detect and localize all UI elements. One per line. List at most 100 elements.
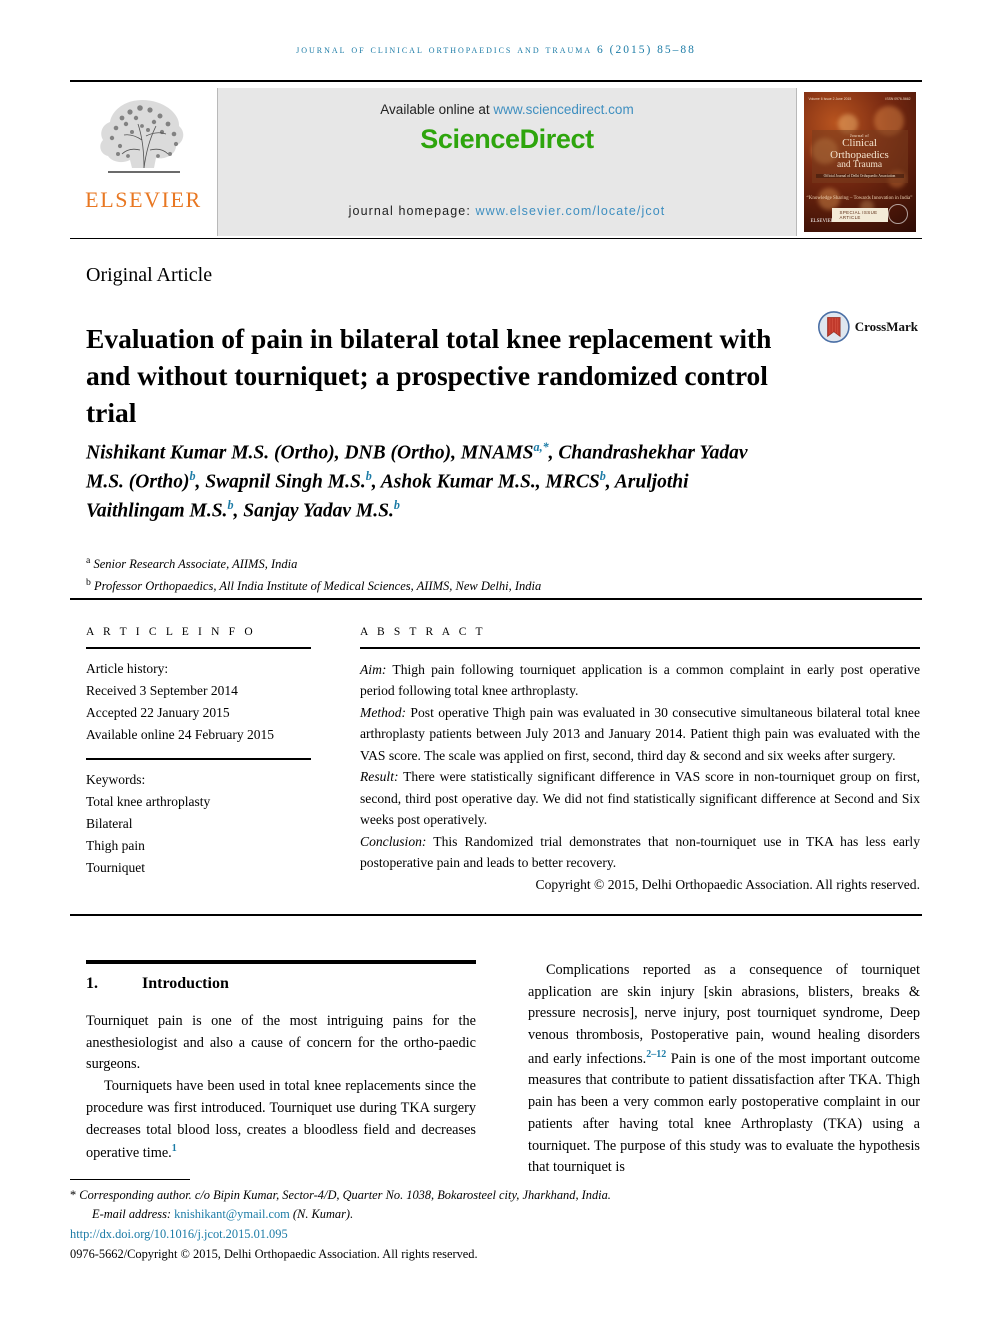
article-info-column: A R T I C L E I N F O Article history: R… xyxy=(86,626,311,879)
abstract-method: Method: Post operative Thigh pain was ev… xyxy=(360,702,920,766)
abstract-copyright: Copyright © 2015, Delhi Orthopaedic Asso… xyxy=(535,876,920,892)
abstract-result-text: There were statistically significant dif… xyxy=(360,769,920,828)
keywords-block: Keywords: Total knee arthroplasty Bilate… xyxy=(86,769,311,878)
article-info-rule xyxy=(86,647,311,649)
footnote-rule xyxy=(70,1179,190,1180)
cover-button-label: SPECIAL ISSUE ARTICLE xyxy=(831,208,888,222)
author-list: Nishikant Kumar M.S. (Ortho), DNB (Ortho… xyxy=(86,440,748,522)
abstract-aim-text: Thigh pain following tourniquet applicat… xyxy=(360,662,920,699)
intro-paragraph-1: Tourniquet pain is one of the most intri… xyxy=(86,1013,476,1073)
keyword-item: Thigh pain xyxy=(86,838,145,854)
article-available-online: Available online 24 February 2015 xyxy=(86,726,274,742)
affiliation-text-a: Senior Research Associate, AIIMS, India xyxy=(93,557,298,572)
cover-title-line2: and Trauma xyxy=(836,160,883,171)
abstract-body: Aim: Thigh pain following tourniquet app… xyxy=(360,659,920,895)
corresponding-author-note: * Corresponding author. c/o Bipin Kumar,… xyxy=(70,1186,930,1205)
running-head-text: Journal of clinical orthopaedics and tra… xyxy=(296,44,696,56)
article-page: Journal of clinical orthopaedics and tra… xyxy=(0,0,992,1323)
intro-paragraph-2-text: Tourniquets have been used in total knee… xyxy=(86,1078,476,1162)
sciencedirect-link[interactable]: www.sciencedirect.com xyxy=(493,102,633,117)
elsevier-wordmark: ELSEVIER xyxy=(85,187,202,212)
body-column-left: 1. Introduction Tourniquet pain is one o… xyxy=(86,960,476,1165)
elsevier-tree-icon xyxy=(99,100,183,173)
elsevier-logo-block: ELSEVIER xyxy=(70,88,218,236)
authors-bottom-rule xyxy=(70,598,922,600)
reference-link-2-12[interactable]: 2–12 xyxy=(646,1049,666,1060)
crossmark-badge[interactable]: CrossMark xyxy=(818,305,918,349)
affiliation-b: b Professor Orthopaedics, All India Inst… xyxy=(86,575,846,597)
sciencedirect-logo: ScienceDirect xyxy=(420,124,594,154)
affiliation-a: a Senior Research Associate, AIIMS, Indi… xyxy=(86,553,846,575)
page-title: Evaluation of pain in bilateral total kn… xyxy=(86,323,772,428)
affiliation-marker-a: a xyxy=(86,555,91,566)
cover-seal-icon xyxy=(887,204,908,224)
affiliation-list: a Senior Research Associate, AIIMS, Indi… xyxy=(86,553,846,596)
doi-link[interactable]: http://dx.doi.org/10.1016/j.jcot.2015.01… xyxy=(70,1227,288,1241)
cover-title-band: Journal of Clinical Orthopaedics and Tra… xyxy=(811,130,908,184)
abstract-method-label: Method: xyxy=(360,704,407,720)
running-head: Journal of clinical orthopaedics and tra… xyxy=(70,44,922,56)
article-history-block: Article history: Received 3 September 20… xyxy=(86,658,311,745)
section-rule xyxy=(86,960,476,964)
keywords-label: Keywords: xyxy=(86,772,146,788)
journal-homepage-line: journal homepage: www.elsevier.com/locat… xyxy=(218,204,796,218)
abstract-result-label: Result: xyxy=(360,769,399,785)
abstract-bottom-rule xyxy=(70,914,922,916)
cover-title-line1: Clinical Orthopaedics xyxy=(830,137,889,161)
email-link[interactable]: knishikant@ymail.com xyxy=(174,1207,290,1221)
journal-homepage-link[interactable]: www.elsevier.com/locate/jcot xyxy=(475,204,665,218)
body-column-right: Complications reported as a consequence … xyxy=(528,960,920,1179)
intro-paragraph-3-part2: Pain is one of the most important outcom… xyxy=(528,1050,920,1176)
abstract-aim-label: Aim: xyxy=(360,662,387,677)
article-type: Original Article xyxy=(86,264,213,286)
available-online-line: Available online at www.sciencedirect.co… xyxy=(380,102,633,117)
abstract-method-text: Post operative Thigh pain was evaluated … xyxy=(360,704,920,763)
email-suffix: (N. Kumar). xyxy=(289,1206,354,1221)
abstract-conclusion: Conclusion: This Randomized trial demons… xyxy=(360,831,920,874)
article-received: Received 3 September 2014 xyxy=(86,682,238,698)
article-history-label: Article history: xyxy=(86,661,169,676)
cover-issue-line: Volume 6 Issue 2 June 2015 ISSN 0976-566… xyxy=(809,97,911,101)
journal-homepage-label: journal homepage: xyxy=(348,204,476,218)
cover-issn: ISSN 0976-5662 xyxy=(885,97,911,101)
masthead-bottom-rule xyxy=(70,238,922,239)
affiliation-text-b: Professor Orthopaedics, All India Instit… xyxy=(94,578,542,593)
masthead: ELSEVIER Available online at www.science… xyxy=(70,88,922,236)
section-title: Introduction xyxy=(142,975,229,992)
abstract-aim: Aim: Thigh pain following tourniquet app… xyxy=(360,659,920,702)
abstract-column: A B S T R A C T Aim: Thigh pain followin… xyxy=(360,626,920,895)
sciencedirect-banner: Available online at www.sciencedirect.co… xyxy=(218,88,796,236)
available-online-label: Available online at xyxy=(380,102,494,117)
abstract-rule xyxy=(360,647,920,649)
abstract-conclusion-label: Conclusion: xyxy=(360,833,427,849)
keyword-item: Bilateral xyxy=(86,816,133,832)
issn-copyright-line: 0976-5662/Copyright © 2015, Delhi Orthop… xyxy=(70,1246,478,1261)
article-accepted: Accepted 22 January 2015 xyxy=(86,704,230,720)
intro-paragraph-2: Tourniquets have been used in total knee… xyxy=(86,1076,476,1165)
journal-cover-image: Volume 6 Issue 2 June 2015 ISSN 0976-566… xyxy=(803,92,916,232)
intro-paragraph-3: Complications reported as a consequence … xyxy=(528,960,920,1179)
affiliation-marker-b: b xyxy=(86,576,91,588)
cover-tagline: “Knowledge Sharing – Towards Innovation … xyxy=(806,196,913,201)
article-info-heading: A R T I C L E I N F O xyxy=(86,626,256,638)
email-label: E-mail address: xyxy=(92,1206,175,1221)
abstract-conclusion-text: This Randomized trial demonstrates that … xyxy=(360,833,920,871)
crossmark-label: CrossMark xyxy=(854,319,918,334)
abstract-heading: A B S T R A C T xyxy=(360,626,486,638)
header-rule xyxy=(70,80,922,82)
reference-link-1[interactable]: 1 xyxy=(172,1143,177,1154)
section-number: 1. xyxy=(86,975,98,992)
journal-cover-block: Volume 6 Issue 2 June 2015 ISSN 0976-566… xyxy=(796,88,922,236)
email-note: E-mail address: knishikant@ymail.com (N.… xyxy=(70,1205,930,1224)
cover-volume: Volume 6 Issue 2 June 2015 xyxy=(808,97,852,101)
page-footer: * Corresponding author. c/o Bipin Kumar,… xyxy=(70,1186,930,1263)
doi-line: http://dx.doi.org/10.1016/j.jcot.2015.01… xyxy=(70,1225,930,1244)
abstract-result: Result: There were statistically signifi… xyxy=(360,766,920,830)
keyword-item: Total knee arthroplasty xyxy=(86,794,211,810)
corresponding-author-text: Corresponding author. c/o Bipin Kumar, S… xyxy=(76,1188,611,1202)
keywords-rule xyxy=(86,758,311,761)
keyword-item: Tourniquet xyxy=(86,859,146,875)
crossmark-icon xyxy=(818,311,850,343)
cover-subtitle: Official Journal of Delhi Orthopaedic As… xyxy=(815,174,904,179)
section-heading-introduction: 1. Introduction xyxy=(86,975,476,993)
